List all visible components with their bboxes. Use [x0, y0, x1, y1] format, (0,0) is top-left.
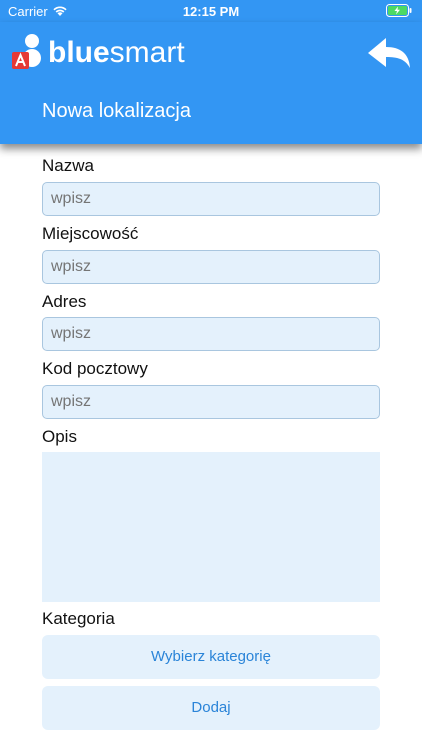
status-time: 12:15 PM [182, 4, 240, 19]
postal-code-label: Kod pocztowy [42, 359, 148, 378]
postal-code-input[interactable] [42, 385, 380, 419]
back-arrow-icon[interactable] [366, 36, 412, 72]
logo-mark-icon [12, 34, 41, 69]
logo-text-smart: smart [109, 36, 185, 69]
city-input[interactable] [42, 250, 380, 284]
choose-category-button[interactable]: Wybierz kategorię [42, 635, 380, 679]
city-label: Miejscowość [42, 224, 139, 243]
logo-text-blue: blue [48, 36, 110, 69]
page-title: Nowa lokalizacja [42, 100, 191, 122]
description-textarea[interactable] [42, 452, 380, 602]
address-input[interactable] [42, 317, 380, 351]
category-label: Kategoria [42, 609, 115, 628]
status-bar: Carrier 12:15 PM [0, 0, 422, 22]
app-header: bluesmart Nowa lokalizacja [0, 22, 422, 144]
bluesmart-logo: bluesmart [10, 32, 190, 72]
add-button[interactable]: Dodaj [42, 686, 380, 730]
name-label: Nazwa [42, 156, 94, 175]
address-label: Adres [42, 292, 87, 311]
name-input[interactable] [42, 182, 380, 216]
description-label: Opis [42, 427, 77, 446]
battery-charging-icon [386, 4, 412, 17]
